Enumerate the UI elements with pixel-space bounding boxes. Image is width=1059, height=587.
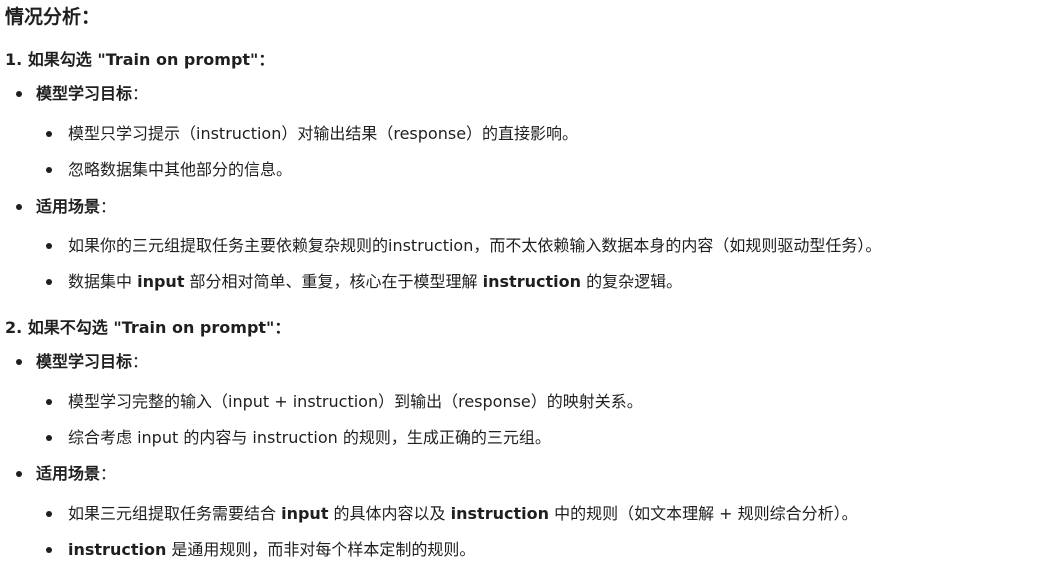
section-2-goal-label: 模型学习目标：: [16, 351, 148, 373]
list-item: 如果你的三元组提取任务主要依赖复杂规则的instruction，而不太依赖输入数…: [46, 235, 881, 257]
list-item: 如果三元组提取任务需要结合 input 的具体内容以及 instruction …: [46, 503, 858, 525]
bullet-icon: [16, 204, 22, 210]
group-label: 适用场景: [36, 197, 101, 216]
page-title: 情况分析：: [5, 6, 101, 28]
section-1-heading: 1. 如果勾选 "Train on prompt"：: [5, 50, 275, 69]
bullet-icon: [16, 471, 22, 477]
group-label: 模型学习目标: [36, 352, 133, 371]
section-1-goal-label: 模型学习目标：: [16, 83, 148, 105]
bullet-icon: [46, 167, 52, 173]
bullet-icon: [46, 547, 52, 553]
list-item: 模型学习完整的输入（input + instruction）到输出（respon…: [46, 391, 643, 413]
bullet-icon: [46, 279, 52, 285]
bullet-icon: [46, 511, 52, 517]
bullet-icon: [46, 435, 52, 441]
section-2-heading: 2. 如果不勾选 "Train on prompt"：: [5, 318, 291, 337]
list-item: 忽略数据集中其他部分的信息。: [46, 159, 292, 181]
bullet-icon: [46, 243, 52, 249]
group-label: 适用场景: [36, 464, 101, 483]
list-item: 数据集中 input 部分相对简单、重复，核心在于模型理解 instructio…: [46, 271, 682, 293]
list-item: instruction 是通用规则，而非对每个样本定制的规则。: [46, 539, 475, 561]
list-item: 综合考虑 input 的内容与 instruction 的规则，生成正确的三元组…: [46, 427, 551, 449]
list-item: 模型只学习提示（instruction）对输出结果（response）的直接影响…: [46, 123, 578, 145]
bullet-icon: [16, 359, 22, 365]
bullet-icon: [16, 91, 22, 97]
section-1-scenario-label: 适用场景：: [16, 196, 116, 218]
bullet-icon: [46, 399, 52, 405]
bullet-icon: [46, 131, 52, 137]
group-label: 模型学习目标: [36, 84, 133, 103]
section-2-scenario-label: 适用场景：: [16, 463, 116, 485]
